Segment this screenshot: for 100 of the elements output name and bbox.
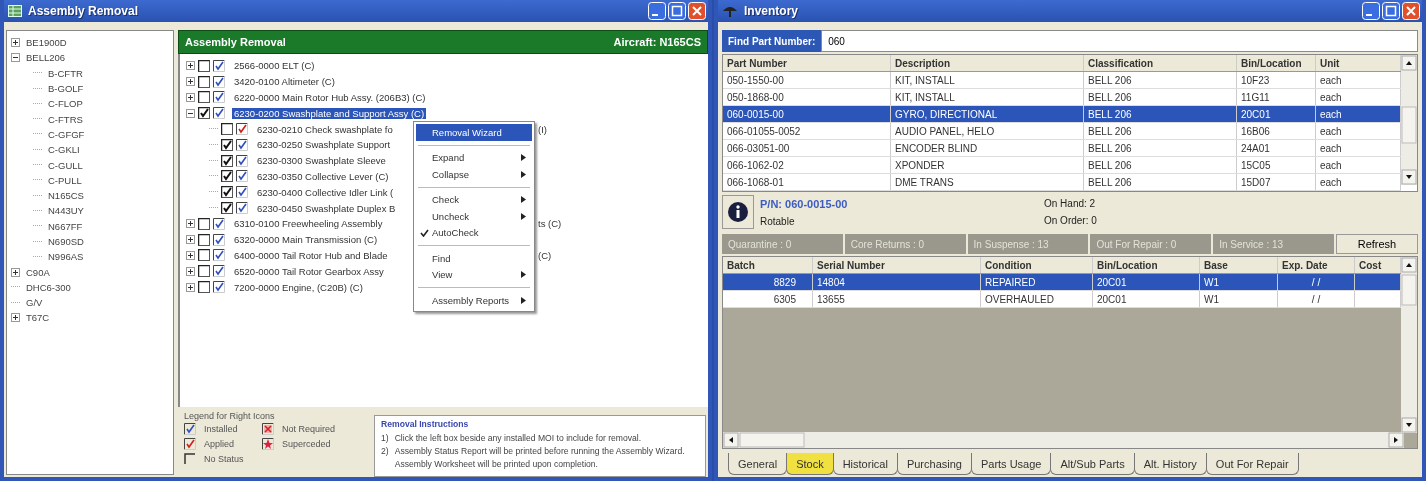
tree-item[interactable]: C90A <box>26 266 50 278</box>
tree-item[interactable]: T67C <box>26 312 50 324</box>
tree-item[interactable]: BE1900D <box>26 37 67 49</box>
tree-item[interactable]: N996AS <box>48 251 84 263</box>
tree-item[interactable]: N667FF <box>48 220 83 232</box>
menu-item[interactable]: Collapse <box>416 166 532 183</box>
column-header[interactable]: Exp. Date <box>1278 257 1355 273</box>
info-icon[interactable] <box>722 195 754 229</box>
tree-item[interactable]: 6400-0000 Tail Rotor Hub and Blade <box>232 249 390 261</box>
tree-item[interactable]: BELL206 <box>26 52 66 64</box>
menu-item[interactable]: Find <box>416 250 532 267</box>
menu-item[interactable]: View <box>416 266 532 283</box>
checkbox[interactable] <box>198 233 210 246</box>
tree-item[interactable]: N443UY <box>48 205 84 217</box>
tree-item[interactable]: N690SD <box>48 236 84 247</box>
tree-item[interactable]: B-CFTR <box>48 67 83 79</box>
expand-icon[interactable] <box>186 235 195 245</box>
refresh-button[interactable]: Refresh <box>1336 234 1418 254</box>
tree-item[interactable]: C-FLOP <box>48 98 83 110</box>
close-icon[interactable] <box>688 2 706 20</box>
maximize-icon[interactable] <box>1382 2 1400 20</box>
table-row[interactable]: 066-1062-02 XPONDER BELL 206 15C05 each <box>723 157 1401 174</box>
table-row[interactable]: 066-1068-01 DME TRANS BELL 206 15D07 each <box>723 174 1401 191</box>
column-header[interactable]: Description <box>891 55 1084 71</box>
column-header[interactable]: Batch <box>723 257 813 273</box>
tree-item[interactable]: C-GULL <box>48 159 83 171</box>
expand-icon[interactable] <box>186 61 195 71</box>
tab[interactable]: Out For Repair <box>1205 453 1299 475</box>
expand-icon[interactable] <box>11 313 20 323</box>
table-row[interactable]: 6305 13655 OVERHAULED 20C01 W1 / / <box>723 291 1401 308</box>
checkbox[interactable] <box>198 91 210 104</box>
expand-icon[interactable] <box>11 38 20 48</box>
collapse-icon[interactable] <box>11 53 20 63</box>
column-header[interactable]: Classification <box>1084 55 1237 71</box>
tree-item[interactable]: 6230-0250 Swashplate Support <box>255 139 393 151</box>
tree-item[interactable]: 7200-0000 Engine, (C20B) (C) <box>232 281 365 293</box>
checkbox[interactable] <box>198 59 210 72</box>
menu-item[interactable]: Removal Wizard <box>416 124 532 141</box>
tree-item[interactable]: 6220-0000 Main Rotor Hub Assy. (206B3) (C) <box>232 92 428 103</box>
tree-item[interactable]: N165CS <box>48 190 84 202</box>
menu-item[interactable]: Uncheck <box>416 208 532 225</box>
column-header[interactable]: Part Number <box>723 55 891 71</box>
tree-item[interactable]: C-GFGF <box>48 128 85 140</box>
table-row[interactable]: 060-0015-00 GYRO, DIRECTIONAL BELL 206 20C01 each <box>723 106 1401 123</box>
checkbox[interactable] <box>221 154 233 167</box>
tab[interactable]: General <box>728 453 788 475</box>
checkbox[interactable] <box>221 123 233 136</box>
tree-item[interactable]: 6320-0000 Main Transmission (C) <box>232 234 380 246</box>
menu-item[interactable]: Expand <box>416 149 532 166</box>
checkbox[interactable] <box>221 138 233 151</box>
table-row[interactable]: 066-03051-00 ENCODER BLIND BELL 206 24A01 each <box>723 140 1401 157</box>
maximize-icon[interactable] <box>668 2 686 20</box>
tree-item[interactable]: 6310-0100 Freewheeling Assembly <box>232 218 385 230</box>
expand-icon[interactable] <box>186 282 195 292</box>
tree-item[interactable]: 6230-0300 Swashplate Sleeve <box>255 155 388 167</box>
tree-item[interactable]: DHC6-300 <box>26 281 71 293</box>
tree-item[interactable]: C-GKLI <box>48 144 80 156</box>
collapse-icon[interactable] <box>186 108 195 118</box>
column-header[interactable]: Condition <box>981 257 1093 273</box>
menu-item[interactable]: AutoCheck <box>416 224 532 241</box>
expand-icon[interactable] <box>186 93 195 102</box>
tree-item[interactable]: G/V <box>26 297 43 309</box>
tree-item[interactable]: 6230-0400 Collective Idler Link ( <box>255 186 396 198</box>
checkbox[interactable] <box>221 170 233 183</box>
minimize-icon[interactable] <box>648 2 666 20</box>
expand-icon[interactable] <box>186 266 195 276</box>
table-row[interactable]: 8829 14804 REPAIRED 20C01 W1 / / <box>723 274 1401 291</box>
tab[interactable]: Stock <box>786 453 834 475</box>
column-header[interactable]: Bin/Location <box>1237 55 1316 71</box>
checkbox[interactable] <box>198 265 210 278</box>
checkbox[interactable] <box>198 217 210 230</box>
table-row[interactable]: 050-1550-00 KIT, INSTALL BELL 206 10F23 each <box>723 72 1401 89</box>
search-field[interactable]: 060 <box>821 30 1418 52</box>
expand-icon[interactable] <box>186 77 195 87</box>
tree-item[interactable]: C-FTRS <box>48 113 83 125</box>
expand-icon[interactable] <box>186 250 195 260</box>
column-header[interactable]: Serial Number <box>813 257 981 273</box>
tree-item[interactable]: 6520-0000 Tail Rotor Gearbox Assy <box>232 265 386 277</box>
minimize-icon[interactable] <box>1362 2 1380 20</box>
checkbox[interactable] <box>198 107 210 120</box>
tree-item[interactable]: 6230-0210 Check swashplate fo <box>255 123 395 135</box>
checkbox[interactable] <box>198 75 210 88</box>
checkbox[interactable] <box>198 281 210 294</box>
expand-icon[interactable] <box>11 267 20 277</box>
menu-item[interactable]: Assembly Reports <box>416 292 532 309</box>
expand-icon[interactable] <box>186 219 195 229</box>
tree-item[interactable]: 6230-0450 Swashplate Duplex B <box>255 202 398 214</box>
checkbox[interactable] <box>221 186 233 199</box>
column-header[interactable]: Base <box>1200 257 1278 273</box>
tree-item[interactable]: B-GOLF <box>48 83 84 95</box>
tree-item[interactable]: 2566-0000 ELT (C) <box>232 60 317 72</box>
checkbox[interactable] <box>198 249 210 262</box>
menu-item[interactable]: Check <box>416 191 532 208</box>
tree-item[interactable]: 3420-0100 Altimeter (C) <box>232 76 337 88</box>
tree-item[interactable]: 6230-0350 Collective Lever (C) <box>255 170 391 182</box>
column-header[interactable]: Bin/Location <box>1093 257 1200 273</box>
table-row[interactable]: 066-01055-0052 AUDIO PANEL, HELO BELL 206 16B06 each <box>723 123 1401 140</box>
checkbox[interactable] <box>221 202 233 215</box>
close-icon[interactable] <box>1402 2 1420 20</box>
tree-item[interactable]: 6230-0200 Swashplate and Support Assy (C) <box>232 107 427 119</box>
